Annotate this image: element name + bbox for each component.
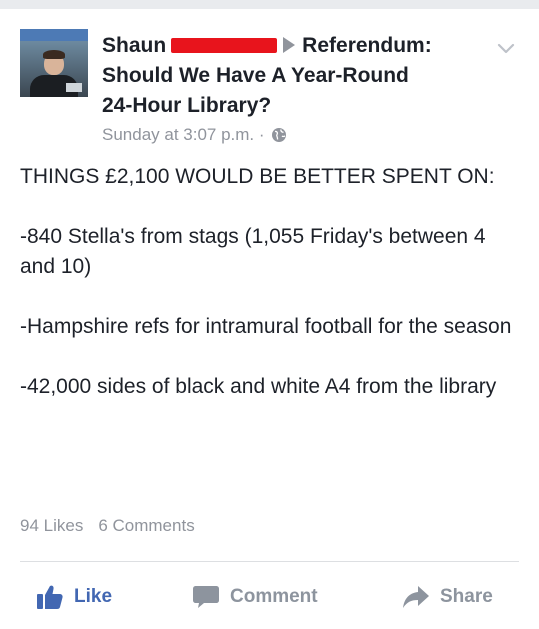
right-arrow-icon — [283, 37, 296, 53]
like-button[interactable]: Like — [36, 579, 112, 615]
avatar-banner — [20, 29, 88, 41]
post-header: Shaun Referendum: Should We Have A Year-R… — [102, 31, 482, 121]
post-body: THINGS £2,100 WOULD BE BETTER SPENT ON: … — [20, 162, 520, 432]
globe-icon[interactable] — [271, 127, 287, 143]
header-title-line-1[interactable]: Should We Have A Year-Round — [102, 61, 482, 91]
actions-divider — [20, 561, 519, 562]
header-line-author: Shaun Referendum: — [102, 31, 482, 61]
reaction-stats: 94 Likes 6 Comments — [20, 514, 195, 538]
like-label: Like — [74, 586, 113, 607]
meta-separator: · — [258, 125, 265, 144]
header-title-line-2[interactable]: 24-Hour Library? — [102, 91, 482, 121]
post-timestamp[interactable]: Sunday at 3:07 p.m. — [102, 125, 254, 144]
thumbs-up-icon — [36, 584, 64, 610]
author-name[interactable]: Shaun — [102, 34, 166, 57]
avatar-shirt-logo — [66, 83, 82, 92]
action-bar: Like Comment Share — [0, 579, 539, 615]
post-paragraph: -42,000 sides of black and white A4 from… — [20, 375, 497, 398]
chevron-down-icon[interactable] — [497, 39, 515, 57]
likes-count[interactable]: 94 Likes — [20, 516, 83, 535]
avatar-hair — [43, 50, 65, 59]
post-paragraph: -840 Stella's from stags (1,055 Friday's… — [20, 225, 486, 278]
author-avatar[interactable] — [20, 29, 88, 97]
comments-count[interactable]: 6 Comments — [98, 516, 194, 535]
share-label: Share — [440, 586, 493, 607]
speech-bubble-icon — [192, 584, 220, 610]
redacted-surname — [171, 38, 278, 53]
feed-top-bar — [0, 0, 539, 9]
post-meta: Sunday at 3:07 p.m. · — [102, 123, 287, 147]
post-paragraph: THINGS £2,100 WOULD BE BETTER SPENT ON: — [20, 165, 495, 188]
share-arrow-icon — [402, 585, 430, 609]
comment-label: Comment — [230, 586, 318, 607]
group-name[interactable]: Referendum: — [302, 34, 432, 57]
post-paragraph: -Hampshire refs for intramural football … — [20, 315, 512, 338]
post-card: Shaun Referendum: Should We Have A Year-R… — [0, 9, 539, 629]
share-button[interactable]: Share — [402, 579, 493, 615]
comment-button[interactable]: Comment — [192, 579, 318, 615]
